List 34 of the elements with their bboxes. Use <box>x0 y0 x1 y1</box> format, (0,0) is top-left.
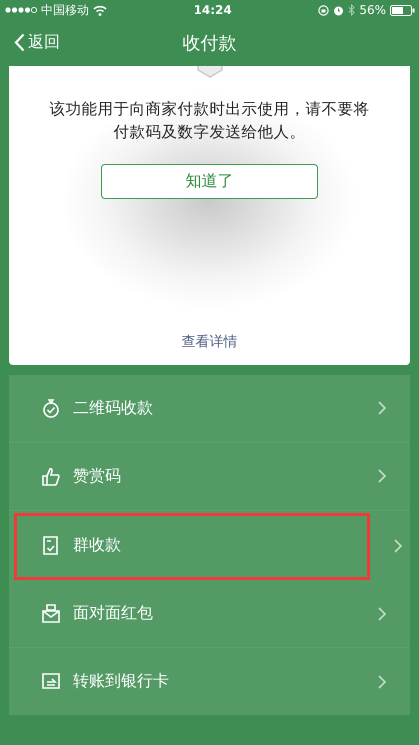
thumbs-up-icon <box>41 466 61 487</box>
menu-item[interactable]: 群收款 <box>14 512 370 580</box>
menu-item[interactable]: 面对面红包 <box>9 580 410 648</box>
battery-percent: 56% <box>359 3 386 17</box>
rotation-lock-icon <box>318 4 330 16</box>
chevron-right-icon <box>378 674 386 689</box>
menu-label: 赞赏码 <box>73 466 122 487</box>
carrier-name: 中国移动 <box>41 2 89 18</box>
menu-item[interactable]: 赞赏码 <box>9 442 410 511</box>
menu-label: 群收款 <box>73 535 122 556</box>
chevron-right-icon <box>378 606 386 621</box>
got-it-button[interactable]: 知道了 <box>101 164 318 199</box>
battery-icon <box>390 4 415 16</box>
bluetooth-icon <box>348 4 356 16</box>
menu-label: 二维码收款 <box>73 398 154 419</box>
chevron-right-icon <box>378 469 386 484</box>
back-chevron-icon <box>14 33 25 52</box>
menu-label: 转账到银行卡 <box>73 671 170 692</box>
shield-icon <box>196 66 222 78</box>
wifi-icon <box>93 4 107 16</box>
menu-item[interactable]: 二维码收款 <box>9 375 410 443</box>
page-title: 收付款 <box>182 32 236 55</box>
notice-text: 该功能用于向商家付款时出示使用，请不要将付款码及数字发送给他人。 <box>48 99 370 143</box>
envelope-icon <box>41 603 61 624</box>
details-link[interactable]: 查看详情 <box>182 333 238 351</box>
chevron-right-icon <box>378 401 386 416</box>
checklist-icon <box>41 535 61 556</box>
menu-label: 面对面红包 <box>73 603 154 624</box>
alarm-icon <box>333 4 344 16</box>
back-button[interactable]: 返回 <box>12 30 62 55</box>
signal-icon <box>5 6 37 14</box>
chevron-right-icon <box>394 538 402 553</box>
menu-item[interactable]: 转账到银行卡 <box>9 648 410 715</box>
status-time: 14:24 <box>194 3 232 17</box>
